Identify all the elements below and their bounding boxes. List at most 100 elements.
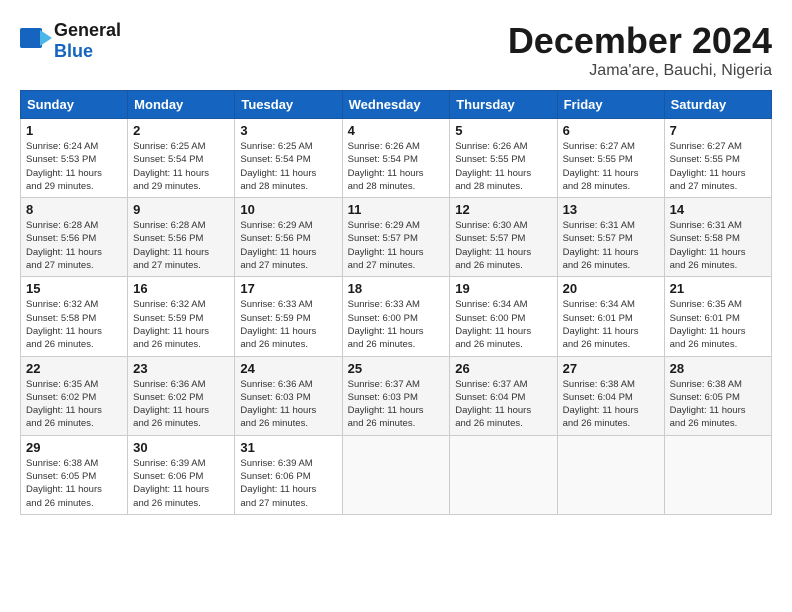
calendar-day-cell: 31Sunrise: 6:39 AM Sunset: 6:06 PM Dayli… — [235, 435, 342, 514]
page-header: General Blue December 2024 Jama'are, Bau… — [20, 20, 772, 80]
logo-blue: Blue — [54, 41, 93, 61]
calendar-day-cell: 11 Sunrise: 6:29 AM Sunset: 5:57 PM Dayli… — [342, 198, 450, 277]
day-number: 30 — [133, 440, 229, 455]
logo-general: General — [54, 20, 121, 40]
day-info: Sunrise: 6:26 AM Sunset: 5:54 PM Dayligh… — [348, 140, 445, 193]
day-of-week-header: Thursday — [450, 91, 557, 119]
day-info: Sunrise: 6:32 AM Sunset: 5:59 PM Dayligh… — [133, 298, 229, 351]
calendar-day-cell — [557, 435, 664, 514]
calendar-week-row: 22 Sunrise: 6:35 AM Sunset: 6:02 PM Dayli… — [21, 356, 772, 435]
location-title: Jama'are, Bauchi, Nigeria — [508, 62, 772, 80]
calendar-day-cell: 1 Sunrise: 6:24 AM Sunset: 5:53 PM Daylig… — [21, 119, 128, 198]
day-info: Sunrise: 6:35 AM Sunset: 6:01 PM Dayligh… — [670, 298, 766, 351]
day-info: Sunrise: 6:32 AM Sunset: 5:58 PM Dayligh… — [26, 298, 122, 351]
calendar-day-cell: 20 Sunrise: 6:34 AM Sunset: 6:01 PM Dayli… — [557, 277, 664, 356]
logo: General Blue — [20, 20, 121, 62]
day-info: Sunrise: 6:37 AM Sunset: 6:03 PM Dayligh… — [348, 378, 445, 431]
calendar-day-cell: 18Sunrise: 6:33 AM Sunset: 6:00 PM Dayli… — [342, 277, 450, 356]
day-number: 27 — [563, 361, 659, 376]
logo-icon — [20, 28, 52, 54]
day-number: 23 — [133, 361, 229, 376]
day-info: Sunrise: 6:31 AM Sunset: 5:58 PM Dayligh… — [670, 219, 766, 272]
calendar-day-cell: 22 Sunrise: 6:35 AM Sunset: 6:02 PM Dayli… — [21, 356, 128, 435]
day-of-week-header: Tuesday — [235, 91, 342, 119]
day-info: Sunrise: 6:35 AM Sunset: 6:02 PM Dayligh… — [26, 378, 122, 431]
day-info: Sunrise: 6:27 AM Sunset: 5:55 PM Dayligh… — [563, 140, 659, 193]
calendar-day-cell — [664, 435, 771, 514]
day-info: Sunrise: 6:39 AM Sunset: 6:06 PM Dayligh… — [133, 457, 229, 510]
calendar-week-row: 1 Sunrise: 6:24 AM Sunset: 5:53 PM Daylig… — [21, 119, 772, 198]
day-of-week-header: Saturday — [664, 91, 771, 119]
day-number: 17 — [240, 281, 336, 296]
day-info: Sunrise: 6:27 AM Sunset: 5:55 PM Dayligh… — [670, 140, 766, 193]
calendar-week-row: 29 Sunrise: 6:38 AM Sunset: 6:05 PM Dayli… — [21, 435, 772, 514]
calendar-day-cell: 8Sunrise: 6:28 AM Sunset: 5:56 PM Daylig… — [21, 198, 128, 277]
day-number: 31 — [240, 440, 336, 455]
calendar-day-cell: 25 Sunrise: 6:37 AM Sunset: 6:03 PM Dayli… — [342, 356, 450, 435]
day-number: 8 — [26, 202, 122, 217]
day-number: 16 — [133, 281, 229, 296]
calendar-day-cell: 2 Sunrise: 6:25 AM Sunset: 5:54 PM Daylig… — [128, 119, 235, 198]
calendar-day-cell: 21 Sunrise: 6:35 AM Sunset: 6:01 PM Dayli… — [664, 277, 771, 356]
day-info: Sunrise: 6:36 AM Sunset: 6:02 PM Dayligh… — [133, 378, 229, 431]
calendar-day-cell: 19Sunrise: 6:34 AM Sunset: 6:00 PM Dayli… — [450, 277, 557, 356]
day-number: 10 — [240, 202, 336, 217]
calendar-day-cell — [342, 435, 450, 514]
calendar-day-cell: 15 Sunrise: 6:32 AM Sunset: 5:58 PM Dayli… — [21, 277, 128, 356]
day-number: 5 — [455, 123, 551, 138]
calendar-day-cell: 9 Sunrise: 6:28 AM Sunset: 5:56 PM Daylig… — [128, 198, 235, 277]
day-number: 14 — [670, 202, 766, 217]
day-number: 21 — [670, 281, 766, 296]
day-number: 3 — [240, 123, 336, 138]
day-number: 11 — [348, 202, 445, 217]
day-info: Sunrise: 6:29 AM Sunset: 5:57 PM Dayligh… — [348, 219, 445, 272]
calendar-day-cell: 16 Sunrise: 6:32 AM Sunset: 5:59 PM Dayli… — [128, 277, 235, 356]
day-number: 15 — [26, 281, 122, 296]
day-info: Sunrise: 6:28 AM Sunset: 5:56 PM Dayligh… — [133, 219, 229, 272]
day-number: 18 — [348, 281, 445, 296]
calendar-day-cell: 14 Sunrise: 6:31 AM Sunset: 5:58 PM Dayli… — [664, 198, 771, 277]
calendar-week-row: 15 Sunrise: 6:32 AM Sunset: 5:58 PM Dayli… — [21, 277, 772, 356]
day-of-week-header: Friday — [557, 91, 664, 119]
day-info: Sunrise: 6:30 AM Sunset: 5:57 PM Dayligh… — [455, 219, 551, 272]
day-number: 9 — [133, 202, 229, 217]
day-info: Sunrise: 6:31 AM Sunset: 5:57 PM Dayligh… — [563, 219, 659, 272]
day-number: 24 — [240, 361, 336, 376]
calendar-day-cell: 26 Sunrise: 6:37 AM Sunset: 6:04 PM Dayli… — [450, 356, 557, 435]
day-number: 20 — [563, 281, 659, 296]
day-number: 4 — [348, 123, 445, 138]
calendar-day-cell: 6 Sunrise: 6:27 AM Sunset: 5:55 PM Daylig… — [557, 119, 664, 198]
day-of-week-header: Monday — [128, 91, 235, 119]
day-info: Sunrise: 6:36 AM Sunset: 6:03 PM Dayligh… — [240, 378, 336, 431]
calendar-day-cell: 5 Sunrise: 6:26 AM Sunset: 5:55 PM Daylig… — [450, 119, 557, 198]
day-info: Sunrise: 6:38 AM Sunset: 6:04 PM Dayligh… — [563, 378, 659, 431]
month-title: December 2024 — [508, 20, 772, 62]
day-number: 25 — [348, 361, 445, 376]
day-info: Sunrise: 6:29 AM Sunset: 5:56 PM Dayligh… — [240, 219, 336, 272]
calendar-day-cell: 23 Sunrise: 6:36 AM Sunset: 6:02 PM Dayli… — [128, 356, 235, 435]
calendar-day-cell: 27 Sunrise: 6:38 AM Sunset: 6:04 PM Dayli… — [557, 356, 664, 435]
day-info: Sunrise: 6:26 AM Sunset: 5:55 PM Dayligh… — [455, 140, 551, 193]
calendar-day-cell — [450, 435, 557, 514]
day-info: Sunrise: 6:37 AM Sunset: 6:04 PM Dayligh… — [455, 378, 551, 431]
day-info: Sunrise: 6:24 AM Sunset: 5:53 PM Dayligh… — [26, 140, 122, 193]
day-info: Sunrise: 6:34 AM Sunset: 6:00 PM Dayligh… — [455, 298, 551, 351]
day-info: Sunrise: 6:34 AM Sunset: 6:01 PM Dayligh… — [563, 298, 659, 351]
title-area: December 2024 Jama'are, Bauchi, Nigeria — [508, 20, 772, 80]
day-number: 6 — [563, 123, 659, 138]
calendar-day-cell: 29 Sunrise: 6:38 AM Sunset: 6:05 PM Dayli… — [21, 435, 128, 514]
day-number: 12 — [455, 202, 551, 217]
day-number: 22 — [26, 361, 122, 376]
day-number: 1 — [26, 123, 122, 138]
day-number: 13 — [563, 202, 659, 217]
day-number: 2 — [133, 123, 229, 138]
day-info: Sunrise: 6:38 AM Sunset: 6:05 PM Dayligh… — [26, 457, 122, 510]
day-of-week-header: Wednesday — [342, 91, 450, 119]
day-info: Sunrise: 6:38 AM Sunset: 6:05 PM Dayligh… — [670, 378, 766, 431]
calendar-day-cell: 4 Sunrise: 6:26 AM Sunset: 5:54 PM Daylig… — [342, 119, 450, 198]
day-number: 26 — [455, 361, 551, 376]
day-info: Sunrise: 6:25 AM Sunset: 5:54 PM Dayligh… — [133, 140, 229, 193]
day-number: 29 — [26, 440, 122, 455]
day-of-week-header: Sunday — [21, 91, 128, 119]
calendar-week-row: 8 Sunrise: 6:28 AM Sunset: 5:56 PM Daylig… — [21, 198, 772, 277]
